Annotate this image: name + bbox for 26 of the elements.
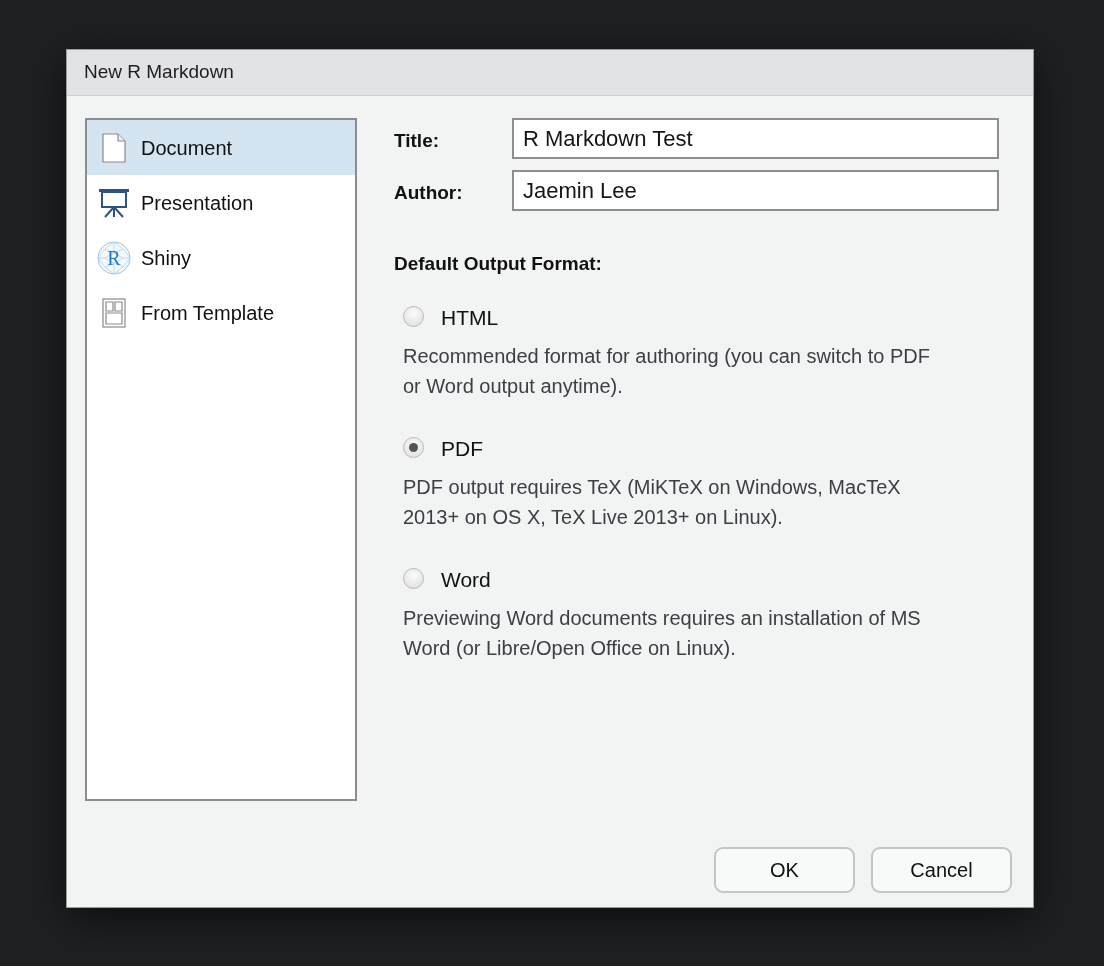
radio-label: Word	[441, 567, 491, 594]
option-description: Previewing Word documents requires an installation of MS Word (or Libre/Open Office on Linux).	[403, 606, 922, 661]
field-label: Author:	[394, 181, 464, 206]
radio-button[interactable]	[403, 567, 424, 589]
window-title: New R Markdown	[84, 60, 234, 85]
list-item-label: Shiny	[141, 245, 192, 271]
list-item-label: Document	[141, 135, 233, 161]
text-field[interactable]: R Markdown Test	[512, 118, 999, 159]
list-item[interactable]: Document	[87, 120, 355, 175]
radio-button[interactable]	[403, 436, 424, 458]
radio-label: PDF	[441, 436, 483, 463]
document-icon	[102, 132, 126, 163]
list-item-label: From Template	[141, 300, 274, 326]
ok-button[interactable]: OK	[714, 847, 855, 893]
section-heading: Default Output Format:	[394, 252, 603, 276]
text-field[interactable]: Jaemin Lee	[512, 170, 999, 211]
option-description: Recommended format for authoring (you can switch to PDF or Word output anytime).	[403, 344, 931, 399]
layout-grid-icon	[102, 297, 126, 328]
field-label: Title:	[394, 129, 441, 154]
shiny-logo-icon: R	[97, 240, 131, 275]
cancel-button[interactable]: Cancel	[871, 847, 1012, 893]
radio-button[interactable]	[403, 305, 424, 327]
option-description: PDF output requires TeX (MiKTeX on Windows, MacTeX 2013+ on OS X, TeX Live 2013+ on Linux).	[403, 475, 902, 530]
easel-board-icon	[99, 187, 129, 218]
list-item-label: Presentation	[141, 190, 254, 216]
radio-label: HTML	[441, 305, 499, 332]
